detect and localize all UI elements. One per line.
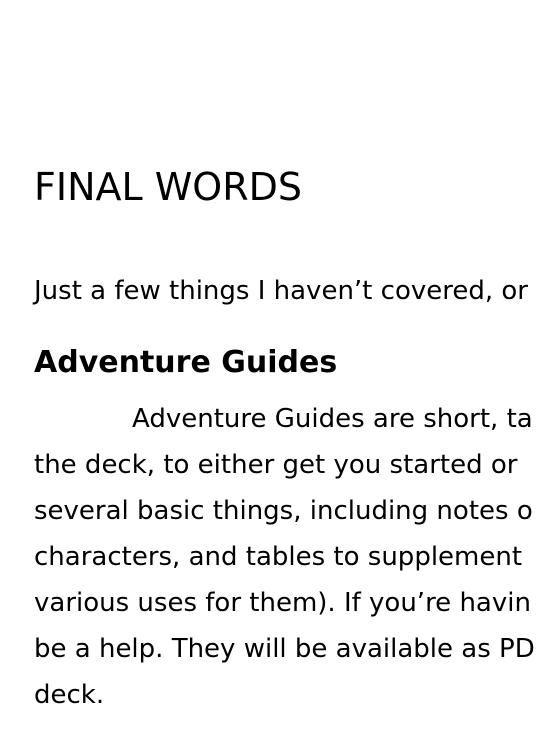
paragraph-line: deck. bbox=[34, 680, 105, 710]
section-paragraph: Adventure Guides are short, ta the deck,… bbox=[34, 396, 535, 718]
paragraph-line: Adventure Guides are short, ta bbox=[132, 404, 533, 434]
page-heading: FINAL WORDS bbox=[34, 165, 303, 209]
section-heading: Adventure Guides bbox=[34, 345, 338, 380]
paragraph-line: the deck, to either get you started or bbox=[34, 450, 518, 480]
paragraph-line: several basic things, including notes o bbox=[34, 496, 533, 526]
paragraph-line: be a help. They will be available as PD bbox=[34, 634, 535, 664]
document-page: FINAL WORDS Just a few things I haven’t … bbox=[0, 0, 543, 750]
paragraph-line: characters, and tables to supplement bbox=[34, 542, 523, 572]
intro-text: Just a few things I haven’t covered, or bbox=[34, 276, 528, 306]
paragraph-line: various uses for them). If you’re havin bbox=[34, 588, 531, 618]
